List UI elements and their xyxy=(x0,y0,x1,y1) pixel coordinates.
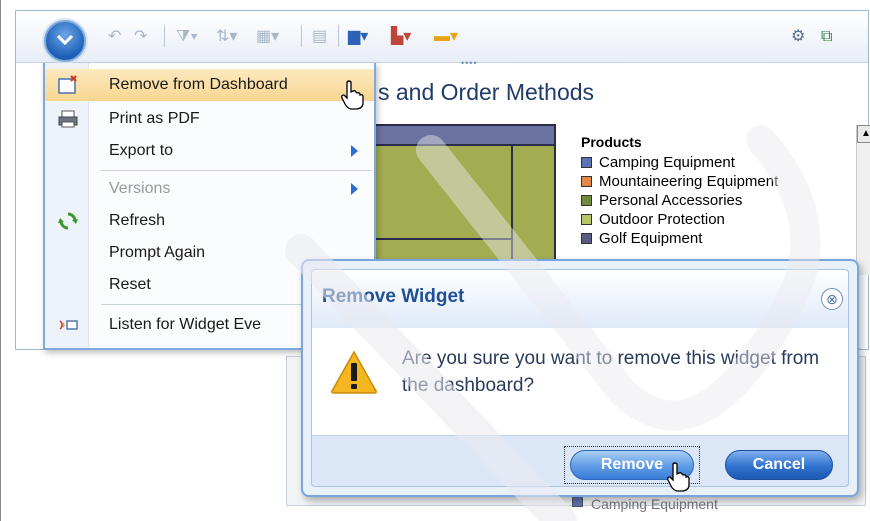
chart-segment xyxy=(358,126,554,146)
scroll-up-icon[interactable]: ▲ xyxy=(857,125,870,143)
menu-item-label: Refresh xyxy=(109,212,166,229)
submenu-arrow-icon xyxy=(351,145,358,157)
legend-label: Golf Equipment xyxy=(599,230,703,247)
maximize-icon[interactable]: ⧉ xyxy=(821,27,832,47)
menu-item-label: Prompt Again xyxy=(109,244,206,261)
legend-label: Personal Accessories xyxy=(599,192,743,209)
redo-icon[interactable]: ↷ xyxy=(134,27,147,47)
chevron-down-icon xyxy=(57,35,73,45)
menu-item-export-to[interactable]: Export to xyxy=(45,135,374,167)
dialog-title: Remove Widget xyxy=(322,286,465,307)
menu-item-versions: Versions xyxy=(45,173,374,205)
dialog-header: Remove Widget ⊗ xyxy=(311,269,849,329)
screen: ↶ ↷ ⧩▾ ⇅▾ ▦▾ ▤ ▆▾ ▙▾ ▬▾ ⚙ ⧉ •••• s and O… xyxy=(0,0,870,521)
menu-item-label: Export to xyxy=(109,142,174,159)
menu-item-label: Remove from Dashboard xyxy=(109,76,288,93)
warning-icon xyxy=(331,350,377,394)
remove-widget-dialog: Remove Widget ⊗ Are you sure you want to… xyxy=(301,259,859,497)
menu-item-label: Print as PDF xyxy=(109,110,200,127)
legend-item: Golf Equipment xyxy=(581,229,841,248)
legend-item: Mountaineering Equipment xyxy=(581,172,841,191)
legend-swatch xyxy=(581,195,592,206)
hand-cursor-icon xyxy=(667,462,690,492)
color-icon[interactable]: ▬▾ xyxy=(434,27,458,47)
toolbar-separator xyxy=(164,25,165,47)
chart-type-icon[interactable]: ▆▾ xyxy=(348,27,368,47)
widget-events-icon xyxy=(57,315,79,335)
toolbar-separator xyxy=(338,25,339,47)
toolbar-separator xyxy=(301,25,302,47)
legend-item: Personal Accessories xyxy=(581,191,841,210)
close-button[interactable]: ⊗ xyxy=(821,288,843,310)
printer-icon xyxy=(57,109,79,129)
dialog-footer: Remove Cancel xyxy=(311,435,849,487)
legend-label: Camping Equipment xyxy=(591,496,718,512)
legend-scrollbar[interactable]: ▲ xyxy=(856,125,870,275)
gear-icon[interactable]: ⚙ xyxy=(791,27,805,47)
undo-icon[interactable]: ↶ xyxy=(108,27,121,47)
legend-swatch xyxy=(581,233,592,244)
menu-item-refresh[interactable]: Refresh xyxy=(45,205,374,237)
filter-icon[interactable]: ⧩▾ xyxy=(176,27,198,47)
menu-item-remove-from-dashboard[interactable]: Remove from Dashboard xyxy=(45,69,374,101)
refresh-icon xyxy=(57,211,79,231)
legend-item: Outdoor Protection xyxy=(581,210,841,229)
menu-item-label: Reset xyxy=(109,276,151,293)
close-icon: ⊗ xyxy=(826,291,838,307)
dialog-message: Are you sure you want to remove this wid… xyxy=(402,348,820,396)
legend-label: Camping Equipment xyxy=(599,154,735,171)
legend-item: Camping Equipment xyxy=(581,153,841,172)
dialog-body: Are you sure you want to remove this wid… xyxy=(311,328,849,435)
chart-legend: Products Camping Equipment Mountaineerin… xyxy=(581,134,841,248)
chart-title: s and Order Methods xyxy=(378,79,595,105)
menu-separator xyxy=(101,170,371,171)
submenu-arrow-icon xyxy=(351,183,358,195)
widget-toolbar: ↶ ↷ ⧩▾ ⇅▾ ▦▾ ▤ ▆▾ ▙▾ ▬▾ ⚙ ⧉ •••• xyxy=(16,11,868,68)
hand-cursor-icon xyxy=(341,80,364,110)
legend-title: Products xyxy=(581,134,642,150)
legend-swatch xyxy=(581,157,592,168)
legend-label: Outdoor Protection xyxy=(599,211,725,228)
legend-swatch xyxy=(572,496,583,507)
cancel-button[interactable]: Cancel xyxy=(725,450,833,480)
menu-item-label: Listen for Widget Eve xyxy=(109,316,262,333)
table-icon[interactable]: ▤ xyxy=(312,27,327,47)
resize-grip-icon[interactable]: •••• xyxy=(461,59,481,68)
palette-icon[interactable]: ▙▾ xyxy=(391,27,411,47)
group-icon[interactable]: ▦▾ xyxy=(256,27,279,47)
remove-widget-icon xyxy=(57,75,79,95)
menu-item-print-as-pdf[interactable]: Print as PDF xyxy=(45,103,374,135)
legend-swatch xyxy=(581,176,592,187)
chart-divider xyxy=(358,238,511,240)
legend-label: Mountaineering Equipment xyxy=(599,173,779,190)
menu-item-label: Versions xyxy=(109,180,171,197)
legend-swatch xyxy=(581,214,592,225)
widget-menu-button[interactable] xyxy=(44,20,86,62)
sort-icon[interactable]: ⇅▾ xyxy=(216,27,237,47)
